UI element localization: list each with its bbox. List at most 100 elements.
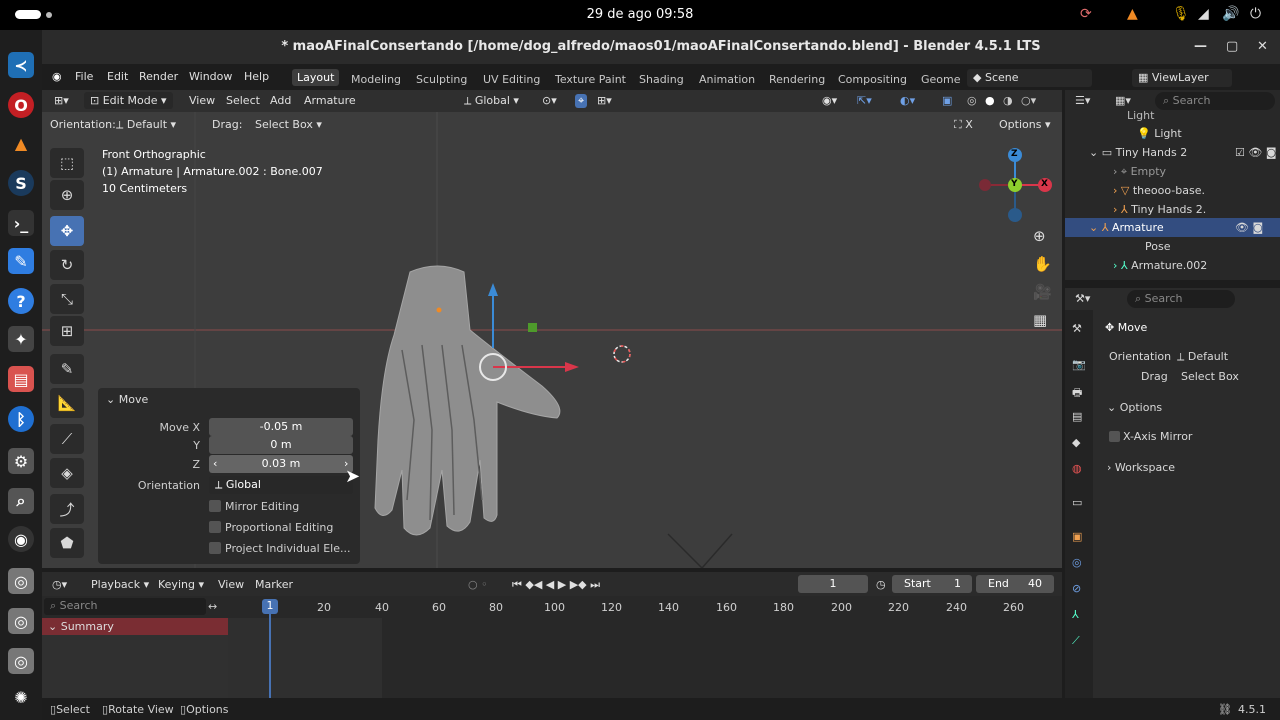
menu-marker[interactable]: Marker (255, 578, 293, 591)
overlay-toggle-icon[interactable]: ◐▾ (900, 94, 915, 107)
move-y-field[interactable]: 0 m (209, 436, 353, 454)
bluetooth-icon[interactable]: ᛒ (8, 406, 34, 432)
solid-shading-icon[interactable]: ● (985, 94, 995, 107)
operator-orientation-dropdown[interactable]: ⟂ Global (209, 476, 353, 494)
view-layer-tab-icon[interactable]: ▤ (1072, 410, 1082, 423)
pivot-icon[interactable]: ⊙▾ (542, 94, 557, 107)
menu-render[interactable]: Render (139, 70, 178, 83)
power-icon[interactable]: ⏻ (1250, 6, 1261, 22)
mirror-editing-checkbox[interactable] (209, 500, 221, 512)
rendered-shading-icon[interactable]: ○▾ (1021, 94, 1036, 107)
tool-tab-icon[interactable]: ⚒ (1072, 322, 1082, 335)
wireframe-shading-icon[interactable]: ◎ (967, 94, 977, 107)
select-tool-button[interactable]: ⬚ (50, 148, 84, 178)
outliner-item-armature[interactable]: ⌄ ⅄ Armature (1089, 221, 1164, 234)
search-app-icon[interactable]: ⌕ (8, 488, 34, 514)
move-x-field[interactable]: -0.05 m (209, 418, 353, 436)
snap-target-icon[interactable]: ⊞▾ (597, 94, 612, 107)
view-layer-selector[interactable]: ▦ ViewLayer (1132, 69, 1232, 87)
tab-animation[interactable]: Animation (699, 73, 755, 86)
roll-tool-button[interactable]: ⟋ (50, 424, 84, 454)
disk-icon-2[interactable]: ◎ (8, 608, 34, 634)
mode-dropdown[interactable]: ⊡ Edit Mode ▾ (84, 92, 173, 109)
close-icon[interactable]: ✕ (1257, 39, 1268, 54)
ubuntu-icon[interactable]: ✺ (8, 684, 34, 710)
world-tab-icon[interactable]: ◍ (1072, 462, 1082, 475)
swap-icon[interactable]: ↔ (208, 600, 217, 613)
tab-layout[interactable]: Layout (292, 69, 340, 86)
menu-view[interactable]: View (189, 94, 215, 107)
current-frame-field[interactable]: 1 (798, 575, 868, 593)
move-z-field[interactable]: 0.03 m (209, 455, 353, 473)
proportional-editing-checkbox[interactable] (209, 521, 221, 533)
summary-label[interactable]: ⌄ Summary (48, 620, 114, 633)
vlc-app-icon[interactable]: ▲ (8, 130, 34, 156)
zoom-icon[interactable]: ⊕ (1033, 227, 1046, 245)
blender-logo-icon[interactable]: ◉ (52, 70, 62, 83)
tool-orientation-dropdown[interactable]: ⟂ Default ▾ (116, 118, 176, 132)
menu-armature[interactable]: Armature (304, 94, 356, 107)
opera-icon[interactable]: O (8, 92, 34, 118)
props-drag-dropdown[interactable]: Select Box (1181, 370, 1239, 383)
tab-sculpting[interactable]: Sculpting (416, 73, 467, 86)
outliner-item-tiny-hands-2-obj[interactable]: › ⅄ Tiny Hands 2. (1113, 203, 1206, 216)
menu-select[interactable]: Select (226, 94, 260, 107)
outliner-search-input[interactable]: ⌕ Search (1155, 92, 1275, 110)
outliner-editor-icon[interactable]: ☰▾ (1075, 94, 1090, 107)
outliner-item-theooo-base[interactable]: › ▽ theooo-base. (1113, 184, 1205, 197)
physics-tab-icon[interactable]: ◎ (1072, 556, 1082, 569)
material-shading-icon[interactable]: ◑ (1003, 94, 1013, 107)
document-viewer-icon[interactable]: ▤ (8, 366, 34, 392)
measure-tool-button[interactable]: 📐 (50, 388, 84, 418)
properties-search-input[interactable]: ⌕ Search (1127, 290, 1235, 308)
menu-file[interactable]: File (75, 70, 93, 83)
navigation-gizmo[interactable]: Z Y X (978, 146, 1058, 226)
camera-view-icon[interactable]: 🎥 (1033, 283, 1052, 301)
gimp-icon[interactable]: ✦ (8, 326, 34, 352)
vlc-icon[interactable]: ▲ (1127, 6, 1138, 22)
auto-key-icon[interactable]: ○ ◦ (468, 578, 488, 591)
bone-tab-icon[interactable]: ⟋ (1072, 634, 1080, 648)
outliner-item-light-data[interactable]: 💡 Light (1137, 127, 1182, 140)
rotate-tool-button[interactable]: ↻ (50, 250, 84, 280)
gizmo-toggle-icon[interactable]: ⇱▾ (857, 94, 872, 107)
scale-tool-button[interactable]: ⤡ (50, 284, 84, 314)
editor-type-icon[interactable]: ⊞▾ (54, 94, 69, 107)
frame-tick-1[interactable]: 1 (262, 599, 278, 614)
transform-affect-icon[interactable]: ⛶ X (954, 118, 973, 132)
props-orientation-dropdown[interactable]: ⟂ Default (1177, 350, 1228, 364)
scene-selector[interactable]: ◆ Scene (967, 69, 1092, 87)
render-tab-icon[interactable]: 📷 (1072, 358, 1086, 371)
timeline-editor-icon[interactable]: ◷▾ (52, 578, 67, 591)
network-icon[interactable]: ◢ (1198, 6, 1209, 22)
maximize-icon[interactable]: ▢ (1226, 39, 1238, 54)
update-icon[interactable]: ⟳ (1080, 6, 1092, 22)
tab-geometry[interactable]: Geome (921, 73, 961, 86)
tab-modeling[interactable]: Modeling (351, 73, 401, 86)
scene-tab-icon[interactable]: ◆ (1072, 436, 1080, 449)
microphone-icon[interactable]: 🎙 (1172, 6, 1190, 22)
menu-playback[interactable]: Playback ▾ (91, 578, 149, 591)
project-individual-checkbox[interactable] (209, 542, 221, 554)
tab-texture-paint[interactable]: Texture Paint (555, 73, 626, 86)
menu-keying[interactable]: Keying ▾ (158, 578, 204, 591)
menu-timeline-view[interactable]: View (218, 578, 244, 591)
workspace-section[interactable]: › Workspace (1107, 461, 1175, 474)
outliner-filter-icon[interactable]: ▦▾ (1115, 94, 1131, 107)
data-tab-icon[interactable]: ⅄ (1072, 608, 1079, 621)
disk-icon[interactable]: ◎ (8, 568, 34, 594)
visibility-eye-icon[interactable]: ☑ 👁 ◙ (1235, 146, 1277, 159)
playhead[interactable] (269, 602, 271, 698)
bone-size-tool-button[interactable]: ◈ (50, 458, 84, 488)
settings-icon[interactable]: ⚙ (8, 448, 34, 474)
properties-editor-icon[interactable]: ⚒▾ (1075, 292, 1090, 305)
volume-icon[interactable]: 🔊 (1222, 6, 1239, 22)
help-icon[interactable]: ? (8, 288, 34, 314)
xray-icon[interactable]: ▣ (942, 94, 952, 107)
cursor-tool-button[interactable]: ⊕ (50, 180, 84, 210)
panel-header[interactable]: ⌄ Move (106, 393, 148, 406)
x-axis-mirror-checkbox[interactable] (1109, 431, 1120, 442)
preview-range-icon[interactable]: ◷ (876, 578, 886, 591)
outliner-item-tiny-hands-2[interactable]: ⌄ ▭ Tiny Hands 2 (1089, 146, 1187, 159)
move-tool-button[interactable]: ✥ (50, 216, 84, 246)
